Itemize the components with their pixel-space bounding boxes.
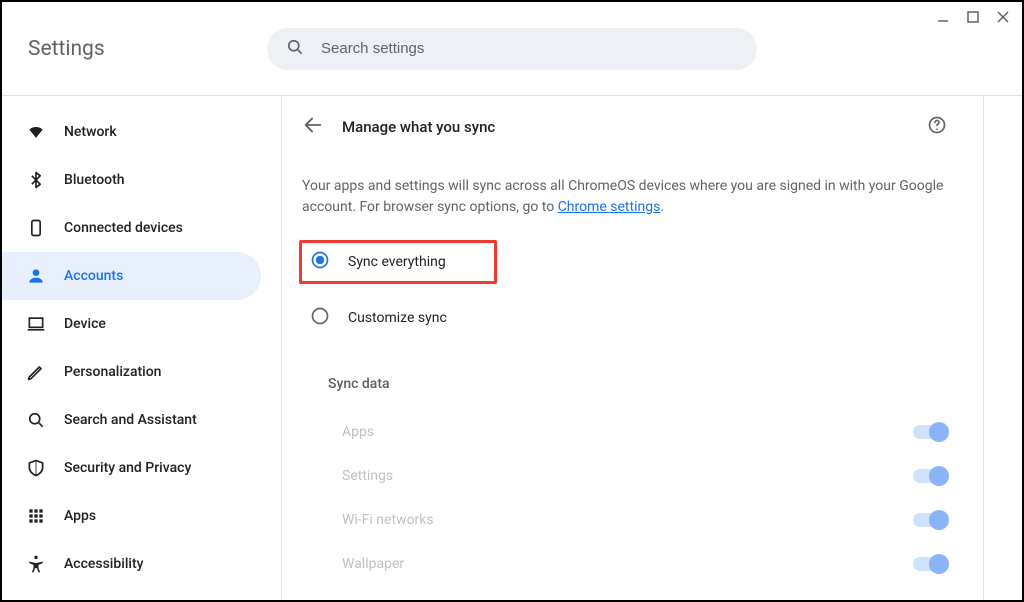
radio-label: Customize sync — [348, 310, 447, 326]
search-icon — [285, 37, 305, 61]
sidebar-item-accounts[interactable]: Accounts — [2, 252, 261, 300]
bluetooth-icon — [26, 170, 46, 190]
sidebar: Network Bluetooth Connected devices Acco… — [2, 96, 282, 600]
search-bar[interactable] — [267, 28, 757, 70]
radio-label: Sync everything — [348, 254, 446, 270]
highlight-box: Sync everything — [299, 240, 497, 284]
laptop-icon — [26, 314, 46, 334]
radio-customize-sync[interactable]: Customize sync — [302, 296, 947, 340]
sidebar-item-network[interactable]: Network — [2, 108, 261, 156]
accessibility-icon — [26, 554, 46, 574]
sidebar-item-bluetooth[interactable]: Bluetooth — [2, 156, 261, 204]
sidebar-item-label: Personalization — [64, 364, 161, 380]
sidebar-item-label: Bluetooth — [64, 172, 125, 188]
toggle-label: Wallpaper — [342, 556, 404, 572]
sync-data-heading: Sync data — [302, 376, 947, 392]
toggle-label: Apps — [342, 424, 374, 440]
toggle-label: Settings — [342, 468, 393, 484]
close-icon[interactable] — [996, 10, 1010, 24]
help-icon[interactable] — [927, 115, 947, 139]
toggle-row-settings: Settings — [302, 454, 947, 498]
app-title: Settings — [22, 37, 105, 61]
sidebar-item-device[interactable]: Device — [2, 300, 261, 348]
sidebar-item-search-assistant[interactable]: Search and Assistant — [2, 396, 261, 444]
sidebar-item-label: Search and Assistant — [64, 412, 197, 428]
shield-icon — [26, 458, 46, 478]
toggle-label: Wi-Fi networks — [342, 512, 434, 528]
page-head: Manage what you sync — [302, 114, 947, 140]
toggle-switch[interactable] — [913, 425, 947, 439]
sidebar-item-label: Accounts — [64, 268, 123, 284]
sidebar-item-label: Device — [64, 316, 106, 332]
sidebar-item-label: Security and Privacy — [64, 460, 191, 476]
sidebar-item-label: Network — [64, 124, 117, 140]
toggle-row-apps: Apps — [302, 410, 947, 454]
header: Settings — [2, 2, 1022, 96]
sidebar-item-personalization[interactable]: Personalization — [2, 348, 261, 396]
toggle-switch[interactable] — [913, 557, 947, 571]
toggle-row-wallpaper: Wallpaper — [302, 542, 947, 586]
toggle-row-wifi: Wi-Fi networks — [302, 498, 947, 542]
radio-unchecked-icon — [310, 306, 330, 330]
search-input[interactable] — [321, 40, 739, 57]
sidebar-item-label: Accessibility — [64, 556, 143, 572]
radio-checked-icon — [310, 250, 330, 274]
sidebar-item-security-privacy[interactable]: Security and Privacy — [2, 444, 261, 492]
back-arrow-icon[interactable] — [302, 114, 324, 140]
sidebar-item-label: Apps — [64, 508, 96, 524]
sidebar-item-label: Connected devices — [64, 220, 183, 236]
person-icon — [26, 266, 46, 286]
main-content: Manage what you sync Your apps and setti… — [282, 96, 984, 600]
sidebar-item-connected-devices[interactable]: Connected devices — [2, 204, 261, 252]
chrome-settings-link[interactable]: Chrome settings — [558, 199, 661, 215]
radio-sync-everything[interactable]: Sync everything — [310, 250, 486, 274]
apps-grid-icon — [26, 506, 46, 526]
toggle-switch[interactable] — [913, 469, 947, 483]
page-description: Your apps and settings will sync across … — [302, 176, 947, 218]
wifi-icon — [26, 122, 46, 142]
page-title: Manage what you sync — [342, 118, 495, 136]
phone-icon — [26, 218, 46, 238]
sidebar-item-apps[interactable]: Apps — [2, 492, 261, 540]
window-controls — [936, 10, 1010, 24]
minimize-icon[interactable] — [936, 10, 950, 24]
maximize-icon[interactable] — [966, 10, 980, 24]
sidebar-item-accessibility[interactable]: Accessibility — [2, 540, 261, 588]
toggle-switch[interactable] — [913, 513, 947, 527]
pencil-icon — [26, 362, 46, 382]
search-icon — [26, 410, 46, 430]
